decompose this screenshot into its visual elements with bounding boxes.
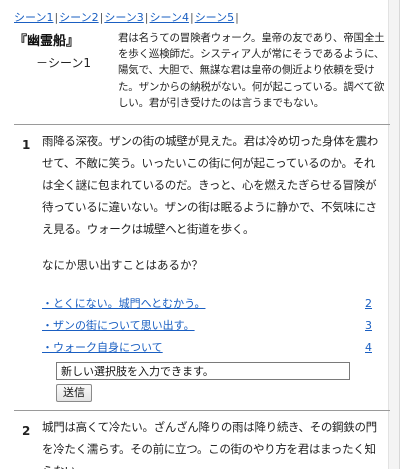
- block-number: 2: [22, 424, 31, 438]
- scene-navigation: シーン1|シーン2|シーン3|シーン4|シーン5|: [14, 10, 240, 26]
- submit-button[interactable]: 送信: [56, 384, 92, 402]
- scene-link-1[interactable]: シーン1: [14, 11, 53, 24]
- scene-link-3[interactable]: シーン3: [104, 11, 143, 24]
- block-number: 1: [22, 138, 31, 152]
- choice-item: ・とくにない。城門へとむかう。 2: [42, 296, 372, 312]
- block-narration: 城門は高くて冷たい。ざんざん降りの雨は降り続き、その鋼鉄の門を冷たく濡らす。その…: [42, 420, 377, 469]
- story-header: 『幽霊船』 －シーン1 君は名うての冒険者ウォーク。皇帝の友であり、帝国全土を歩…: [14, 30, 385, 118]
- choice-link[interactable]: ・ウォーク自身について: [42, 340, 163, 356]
- scene-link-2[interactable]: シーン2: [59, 11, 98, 24]
- choice-item: ・ウォーク自身について 4: [42, 340, 372, 356]
- section-divider: [14, 410, 390, 411]
- scene-label: －シーン1: [36, 56, 92, 70]
- nav-separator: |: [235, 11, 239, 24]
- block-prompt: なにか思い出すことはあるか？: [42, 258, 203, 272]
- story-intro: 君は名うての冒険者ウォーク。皇帝の友であり、帝国全土を歩く巡検師だ。システィア人…: [118, 32, 385, 109]
- scene-link-4[interactable]: シーン4: [150, 11, 189, 24]
- choice-item: ・ザンの街について思い出す。 3: [42, 318, 372, 334]
- choice-link[interactable]: ・ザンの街について思い出す。: [42, 318, 195, 334]
- choice-link[interactable]: ・とくにない。城門へとむかう。: [42, 296, 205, 312]
- story-page: シーン1|シーン2|シーン3|シーン4|シーン5| 『幽霊船』 －シーン1 君は…: [0, 0, 400, 469]
- story-title: 『幽霊船』: [14, 34, 80, 49]
- section-divider: [14, 124, 390, 125]
- story-block-1: 1 雨降る深夜。ザンの街の城壁が見えた。君は冷め切った身体を震わせて、不敵に笑う…: [14, 130, 384, 410]
- vertical-scrollbar[interactable]: [388, 0, 399, 469]
- choice-target-link[interactable]: 2: [365, 296, 372, 312]
- choice-target-link[interactable]: 3: [365, 318, 372, 334]
- scene-link-5[interactable]: シーン5: [195, 11, 234, 24]
- story-block-2: 2 城門は高くて冷たい。ざんざん降りの雨は降り続き、その鋼鉄の門を冷たく濡らす。…: [14, 416, 384, 469]
- choice-target-link[interactable]: 4: [365, 340, 372, 356]
- block-narration: 雨降る深夜。ザンの街の城壁が見えた。君は冷め切った身体を震わせて、不敵に笑う。い…: [42, 134, 378, 236]
- new-choice-input[interactable]: [56, 362, 350, 380]
